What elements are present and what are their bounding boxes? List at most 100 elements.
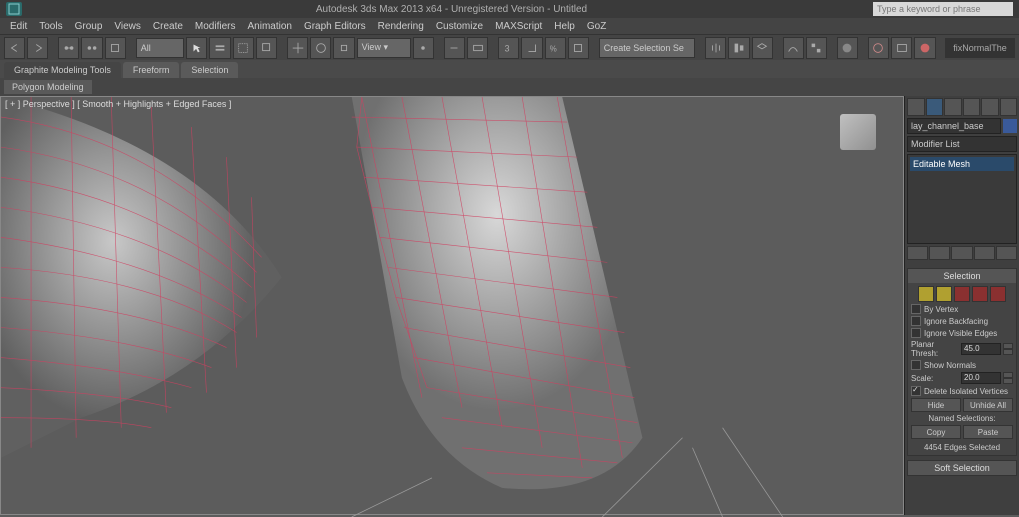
selection-header[interactable]: Selection (908, 269, 1016, 283)
unlink-button[interactable] (81, 37, 102, 59)
select-name-button[interactable] (209, 37, 230, 59)
svg-text:3: 3 (504, 43, 509, 53)
show-normals-checkbox[interactable] (911, 360, 921, 370)
unhide-all-button[interactable]: Unhide All (963, 398, 1013, 412)
ribbon-sub-polygon[interactable]: Polygon Modeling (4, 80, 92, 94)
paste-button[interactable]: Paste (963, 425, 1013, 439)
by-vertex-checkbox[interactable] (911, 304, 921, 314)
help-search-input[interactable]: Type a keyword or phrase (873, 2, 1013, 16)
rotate-button[interactable] (310, 37, 331, 59)
modifier-list-dropdown[interactable]: Modifier List (907, 136, 1017, 152)
subobj-element[interactable] (990, 286, 1006, 302)
select-button[interactable] (186, 37, 207, 59)
tab-create[interactable] (907, 98, 925, 116)
hide-button[interactable]: Hide (911, 398, 961, 412)
configure-button[interactable] (996, 246, 1017, 260)
menu-modifiers[interactable]: Modifiers (189, 21, 242, 32)
render-button[interactable] (914, 37, 935, 59)
select-rect-button[interactable] (233, 37, 254, 59)
subobj-vertex[interactable] (918, 286, 934, 302)
snap-button[interactable]: 3 (498, 37, 519, 59)
selection-filter-dropdown[interactable]: All (136, 38, 184, 58)
ribbon-tab-selection[interactable]: Selection (181, 62, 238, 78)
scale-down[interactable] (1003, 378, 1013, 384)
copy-button[interactable]: Copy (911, 425, 961, 439)
redo-button[interactable] (27, 37, 48, 59)
show-normals-label: Show Normals (924, 361, 976, 370)
ribbon-tab-graphite[interactable]: Graphite Modeling Tools (4, 62, 121, 78)
link-button[interactable] (58, 37, 79, 59)
pivot-button[interactable] (413, 37, 434, 59)
subobj-face[interactable] (954, 286, 970, 302)
remove-mod-button[interactable] (974, 246, 995, 260)
spinner-snap-button[interactable] (568, 37, 589, 59)
curve-editor-button[interactable] (783, 37, 804, 59)
menu-customize[interactable]: Customize (430, 21, 489, 32)
menu-views[interactable]: Views (108, 21, 147, 32)
window-title: Autodesk 3ds Max 2013 x64 - Unregistered… (30, 4, 873, 15)
menu-goz[interactable]: GoZ (581, 21, 612, 32)
tab-hierarchy[interactable] (944, 98, 962, 116)
render-setup-button[interactable] (868, 37, 889, 59)
schematic-button[interactable] (806, 37, 827, 59)
menu-maxscript[interactable]: MAXScript (489, 21, 548, 32)
title-bar: Autodesk 3ds Max 2013 x64 - Unregistered… (0, 0, 1019, 18)
modifier-stack[interactable]: Editable Mesh (907, 154, 1017, 244)
selection-status: 4454 Edges Selected (911, 443, 1013, 452)
tab-motion[interactable] (963, 98, 981, 116)
material-editor-button[interactable] (837, 37, 858, 59)
soft-selection-header[interactable]: Soft Selection (908, 461, 1016, 475)
menu-animation[interactable]: Animation (241, 21, 297, 32)
mirror-button[interactable] (705, 37, 726, 59)
ribbon-tab-bar: Graphite Modeling Tools Freeform Selecti… (0, 60, 1019, 78)
move-button[interactable] (287, 37, 308, 59)
keyboard-shortcut-button[interactable] (467, 37, 488, 59)
subobj-polygon[interactable] (972, 286, 988, 302)
ignore-visible-checkbox[interactable] (911, 328, 921, 338)
menu-create[interactable]: Create (147, 21, 189, 32)
window-crossing-button[interactable] (256, 37, 277, 59)
tab-utilities[interactable] (1000, 98, 1018, 116)
unique-button[interactable] (951, 246, 972, 260)
menu-edit[interactable]: Edit (4, 21, 33, 32)
menu-group[interactable]: Group (69, 21, 109, 32)
layers-button[interactable] (752, 37, 773, 59)
planar-down[interactable] (1003, 349, 1013, 355)
mesh-canvas (1, 97, 903, 517)
tab-display[interactable] (981, 98, 999, 116)
delete-isolated-checkbox[interactable] (911, 386, 921, 396)
named-selection-dropdown[interactable]: Create Selection Se (599, 38, 696, 58)
view-cube[interactable] (833, 107, 883, 157)
planar-thresh-input[interactable]: 45.0 (961, 343, 1001, 355)
viewport[interactable]: [ + ] Perspective ] [ Smooth + Highlight… (0, 96, 904, 515)
angle-snap-button[interactable] (521, 37, 542, 59)
modifier-script-label: fixNormalThe (945, 38, 1015, 58)
stack-item-editable-mesh[interactable]: Editable Mesh (910, 157, 1014, 171)
scale-button[interactable] (333, 37, 354, 59)
tab-modify[interactable] (926, 98, 944, 116)
ignore-backfacing-checkbox[interactable] (911, 316, 921, 326)
ref-coord-dropdown[interactable]: View ▾ (357, 38, 411, 58)
ribbon-tab-freeform[interactable]: Freeform (123, 62, 180, 78)
bind-button[interactable] (105, 37, 126, 59)
menu-tools[interactable]: Tools (33, 21, 68, 32)
viewport-label[interactable]: [ + ] Perspective ] [ Smooth + Highlight… (5, 99, 231, 109)
scale-input[interactable]: 20.0 (961, 372, 1001, 384)
render-frame-button[interactable] (891, 37, 912, 59)
subobj-edge[interactable] (936, 286, 952, 302)
align-button[interactable] (728, 37, 749, 59)
by-vertex-label: By Vertex (924, 305, 958, 314)
menu-graph-editors[interactable]: Graph Editors (298, 21, 372, 32)
manipulate-button[interactable] (444, 37, 465, 59)
menu-rendering[interactable]: Rendering (372, 21, 430, 32)
color-swatch[interactable] (1003, 119, 1017, 133)
show-end-button[interactable] (929, 246, 950, 260)
percent-snap-button[interactable]: % (545, 37, 566, 59)
command-panel: lay_channel_base Modifier List Editable … (904, 96, 1019, 515)
ignore-visible-label: Ignore Visible Edges (924, 329, 997, 338)
menu-help[interactable]: Help (548, 21, 581, 32)
object-name-input[interactable]: lay_channel_base (907, 118, 1001, 134)
undo-button[interactable] (4, 37, 25, 59)
pin-stack-button[interactable] (907, 246, 928, 260)
scale-label: Scale: (911, 374, 959, 383)
